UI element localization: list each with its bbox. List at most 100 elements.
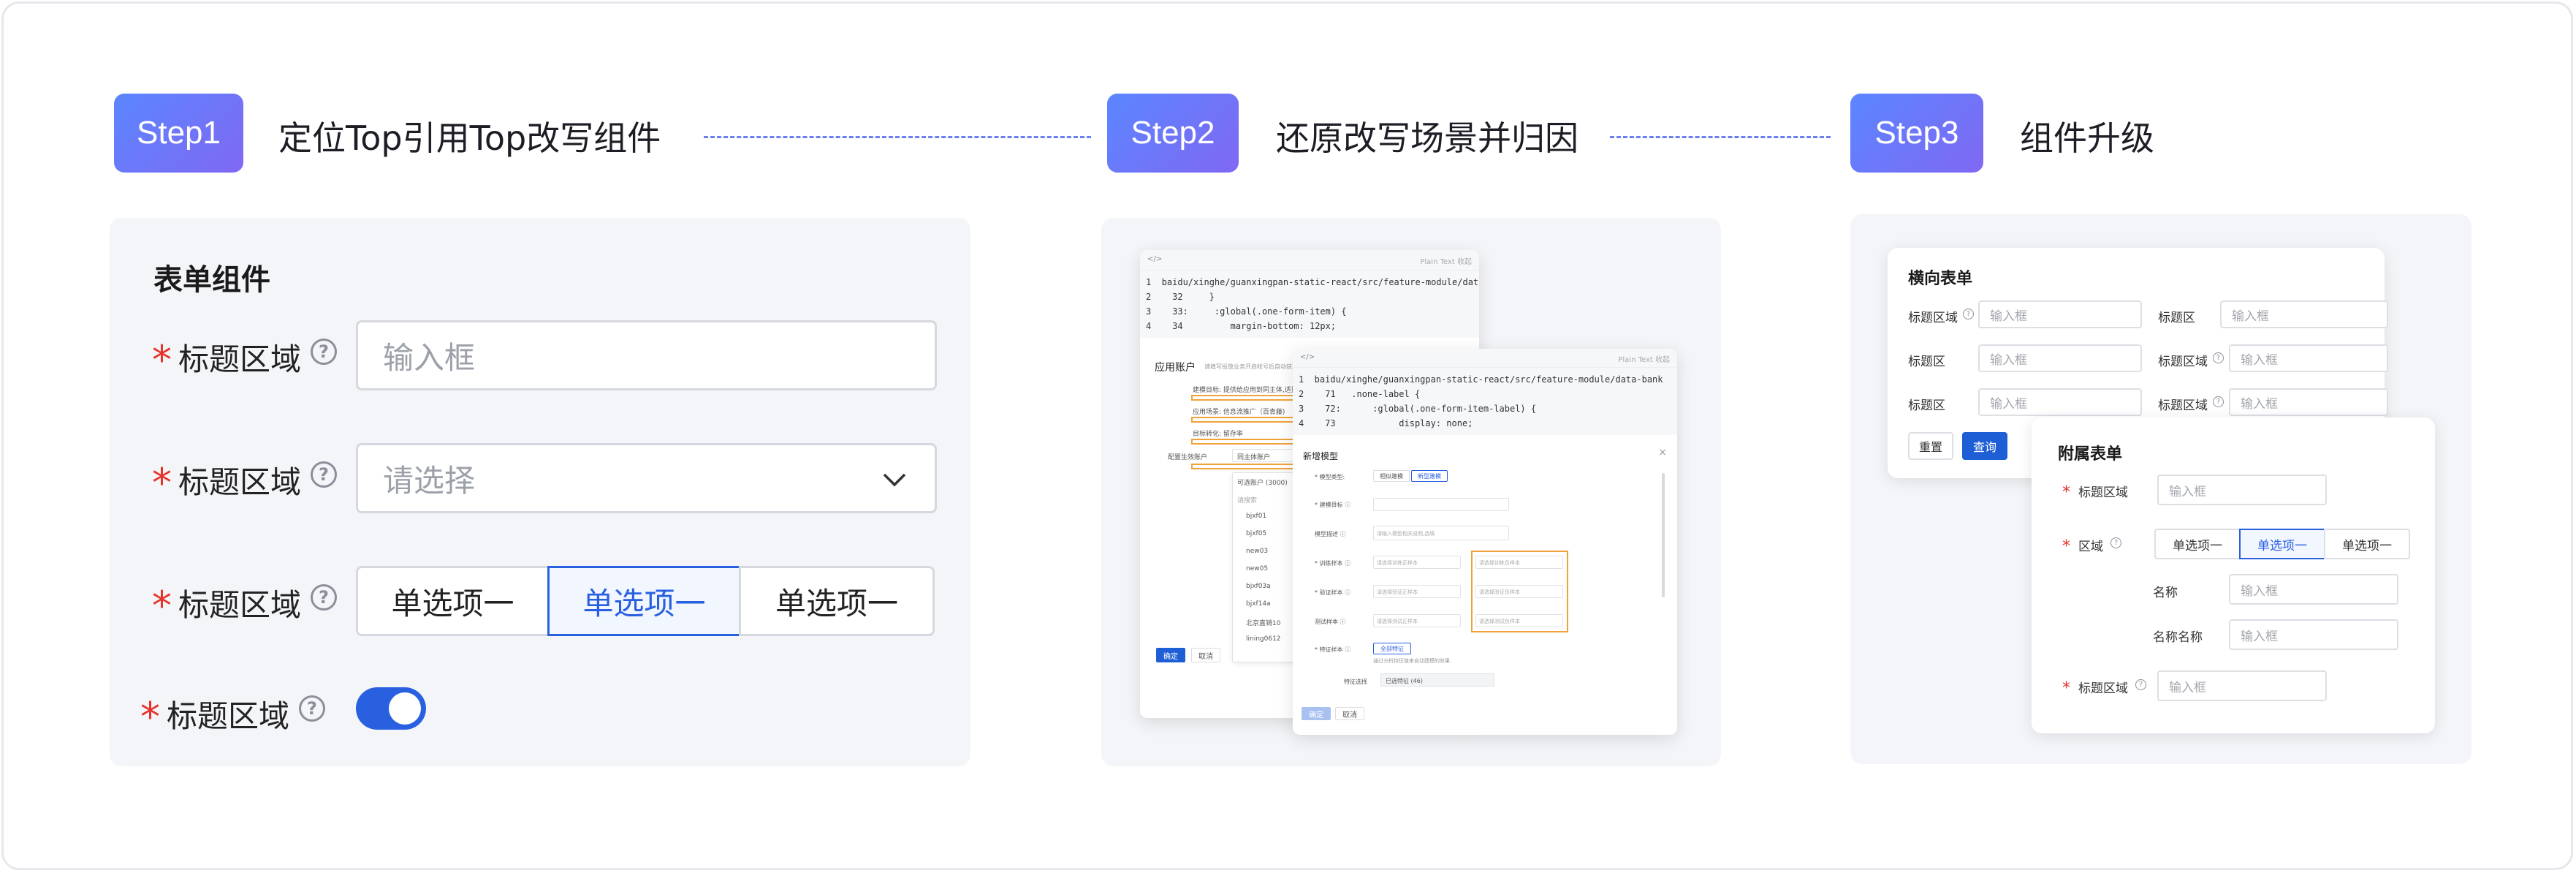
- select-dropdown[interactable]: 请选择: [356, 443, 937, 513]
- field-select[interactable]: 请选择训练正样本: [1373, 556, 1461, 569]
- step1-badge: Step1: [114, 94, 243, 173]
- diagram-frame: Step1 定位Top引用Top改写组件 Step2 还原改写场景并归因 Ste…: [1, 1, 2573, 870]
- field-label: * 训练样本 ⓘ: [1315, 560, 1351, 567]
- chevron-down-icon: [883, 473, 906, 487]
- text-input[interactable]: 输入框: [2157, 475, 2327, 505]
- confirm-button[interactable]: 确定: [1156, 648, 1185, 662]
- field-label: 标题区域: [1908, 311, 1958, 325]
- code-icon: </>: [1147, 255, 1163, 263]
- field-label: 模型描述 ⓘ: [1315, 531, 1346, 537]
- dropdown-item[interactable]: bjxf14a: [1246, 600, 1271, 608]
- text-input[interactable]: 输入框: [2229, 344, 2388, 372]
- field-label: 标题区: [1908, 355, 1945, 369]
- reset-button[interactable]: 重置: [1908, 432, 1953, 460]
- dropdown-item[interactable]: 北京直销10: [1246, 618, 1280, 627]
- cancel-button[interactable]: 取消: [1191, 648, 1220, 662]
- text-input[interactable]: 输入框: [2229, 388, 2388, 416]
- text-input[interactable]: 输入框: [2157, 670, 2327, 701]
- type-option[interactable]: 相似建模: [1373, 470, 1410, 482]
- field-label: 标题区域: [178, 587, 302, 623]
- type-option-selected[interactable]: 新型建模: [1411, 470, 1448, 482]
- field-select[interactable]: 请选择测试正样本: [1373, 614, 1461, 627]
- query-button[interactable]: 查询: [1962, 432, 2007, 460]
- text-input[interactable]: 输入框: [2220, 301, 2388, 328]
- text-input[interactable]: 输入框: [2229, 574, 2398, 605]
- code-line: 4 73 display: none;: [1299, 418, 1473, 428]
- field-label: 标题区域: [2158, 398, 2208, 413]
- highlight-box: [1471, 551, 1568, 632]
- field-label: 测试样本 ⓘ: [1315, 619, 1346, 625]
- text-input[interactable]: 输入框: [1978, 388, 2142, 416]
- feature-hint: 通过分析特征值来自动建模的效果: [1373, 658, 1450, 664]
- step3-title: 组件升级: [2020, 118, 2154, 158]
- dropdown-item[interactable]: new05: [1246, 565, 1268, 572]
- help-icon[interactable]: ?: [2213, 352, 2224, 363]
- help-icon[interactable]: ?: [311, 584, 337, 611]
- help-icon[interactable]: ?: [1963, 309, 1974, 320]
- feature-button[interactable]: 全部特征: [1373, 643, 1411, 654]
- field-label: 标题区域: [167, 698, 290, 734]
- field-label: 标题区: [2158, 311, 2195, 325]
- field-input[interactable]: [1373, 498, 1509, 511]
- scene-restore-panel: </> Plain Text 收起 1 baidu/xinghe/guanxin…: [1101, 218, 1721, 766]
- code-line: 3 33: :global(.one-form-item) {: [1146, 306, 1347, 317]
- dropdown-item[interactable]: 可选账户 (3000): [1237, 477, 1288, 487]
- code-toolbar-actions[interactable]: Plain Text 收起: [1420, 255, 1472, 266]
- code-block: 1 baidu/xinghe/guanxingpan-static-react/…: [1293, 368, 1677, 435]
- radio-option[interactable]: 单选项一: [739, 566, 935, 636]
- field-label: 标题区域: [2158, 355, 2208, 369]
- panel-title: 表单组件: [153, 263, 270, 297]
- text-input[interactable]: 输入框: [1978, 301, 2142, 328]
- step-connector-2: [1610, 136, 1831, 138]
- card-title: 横向表单: [1908, 270, 1973, 288]
- required-mark: *: [2062, 483, 2070, 502]
- radio-option-selected[interactable]: 单选项一: [547, 566, 741, 636]
- field-label: 区域: [2078, 540, 2103, 554]
- modal-title: 新增模型: [1303, 451, 1339, 461]
- field-textarea[interactable]: 请输入模型相关说明,选填: [1373, 526, 1509, 540]
- field-label: 名称: [2153, 586, 2178, 600]
- help-icon[interactable]: ?: [311, 339, 337, 365]
- text-input[interactable]: 输入框: [356, 320, 937, 390]
- info-row: 目标转化: 留存率: [1193, 431, 1243, 438]
- help-icon[interactable]: ?: [2110, 537, 2121, 548]
- code-toolbar-actions[interactable]: Plain Text 收起: [1618, 353, 1670, 364]
- code-line: 3 72: :global(.one-form-item-label) {: [1299, 404, 1537, 414]
- help-icon[interactable]: ?: [2213, 396, 2224, 407]
- code-line: 1 baidu/xinghe/guanxingpan-static-react/…: [1146, 277, 1479, 287]
- dropdown-item[interactable]: new03: [1246, 548, 1268, 555]
- text-input[interactable]: 输入框: [2229, 619, 2398, 650]
- radio-option[interactable]: 单选项一: [2324, 529, 2410, 559]
- dropdown-item[interactable]: bjxf05: [1246, 530, 1266, 537]
- required-mark: *: [140, 694, 160, 740]
- help-icon[interactable]: ?: [2135, 679, 2146, 690]
- help-icon[interactable]: ?: [299, 695, 325, 722]
- dropdown-item[interactable]: bjxf03a: [1246, 583, 1271, 590]
- confirm-button[interactable]: 确定: [1302, 707, 1331, 720]
- required-mark: *: [2062, 537, 2070, 556]
- code-window-2: </> Plain Text 收起 1 baidu/xinghe/guanxin…: [1293, 349, 1677, 735]
- step1-title: 定位Top引用Top改写组件: [278, 118, 661, 158]
- attached-form-card: 附属表单 * 标题区域 输入框 * 区域 ? 单选项一 单选项一 单选项一 名称…: [2032, 417, 2435, 733]
- dropdown-item[interactable]: bjxf01: [1246, 513, 1266, 520]
- scrollbar[interactable]: [1662, 473, 1665, 597]
- feature-select[interactable]: 已选特征 (46): [1380, 673, 1494, 687]
- cancel-button[interactable]: 取消: [1335, 707, 1364, 720]
- help-icon[interactable]: ?: [311, 461, 337, 488]
- required-mark: *: [152, 460, 172, 506]
- switch-toggle[interactable]: [356, 687, 426, 730]
- select-placeholder: 请选择: [383, 462, 476, 499]
- radio-option-selected[interactable]: 单选项一: [2239, 529, 2325, 559]
- field-select[interactable]: 请选择验证正样本: [1373, 585, 1461, 598]
- dropdown-item[interactable]: lining0612: [1246, 635, 1281, 643]
- close-icon[interactable]: ×: [1658, 447, 1667, 458]
- code-icon: </>: [1300, 353, 1315, 361]
- config-label: 配置生效账户: [1168, 454, 1208, 461]
- dropdown-search[interactable]: 请搜索: [1237, 495, 1257, 504]
- code-toolbar: </> Plain Text 收起: [1140, 250, 1479, 271]
- text-input[interactable]: 输入框: [1978, 344, 2142, 372]
- field-label: 名称名称: [2153, 630, 2203, 645]
- radio-option[interactable]: 单选项一: [2154, 529, 2241, 559]
- radio-option[interactable]: 单选项一: [356, 566, 550, 636]
- field-label: 标题区域: [178, 341, 302, 377]
